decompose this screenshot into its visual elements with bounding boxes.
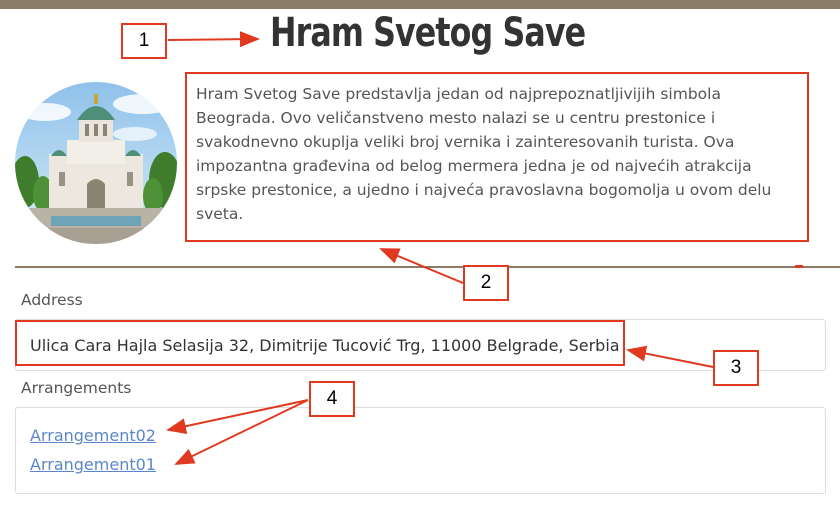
arrow-4a [166,399,309,435]
callout-4: 4 [309,381,355,417]
callout-1: 1 [121,23,167,59]
callout-3: 3 [713,350,759,386]
callout-2: 2 [463,265,509,301]
annotation-arrows [166,31,714,465]
arrow-2 [379,248,464,284]
arrow-1 [167,31,260,48]
arrow-4b [174,399,309,465]
arrow-3 [626,345,714,368]
